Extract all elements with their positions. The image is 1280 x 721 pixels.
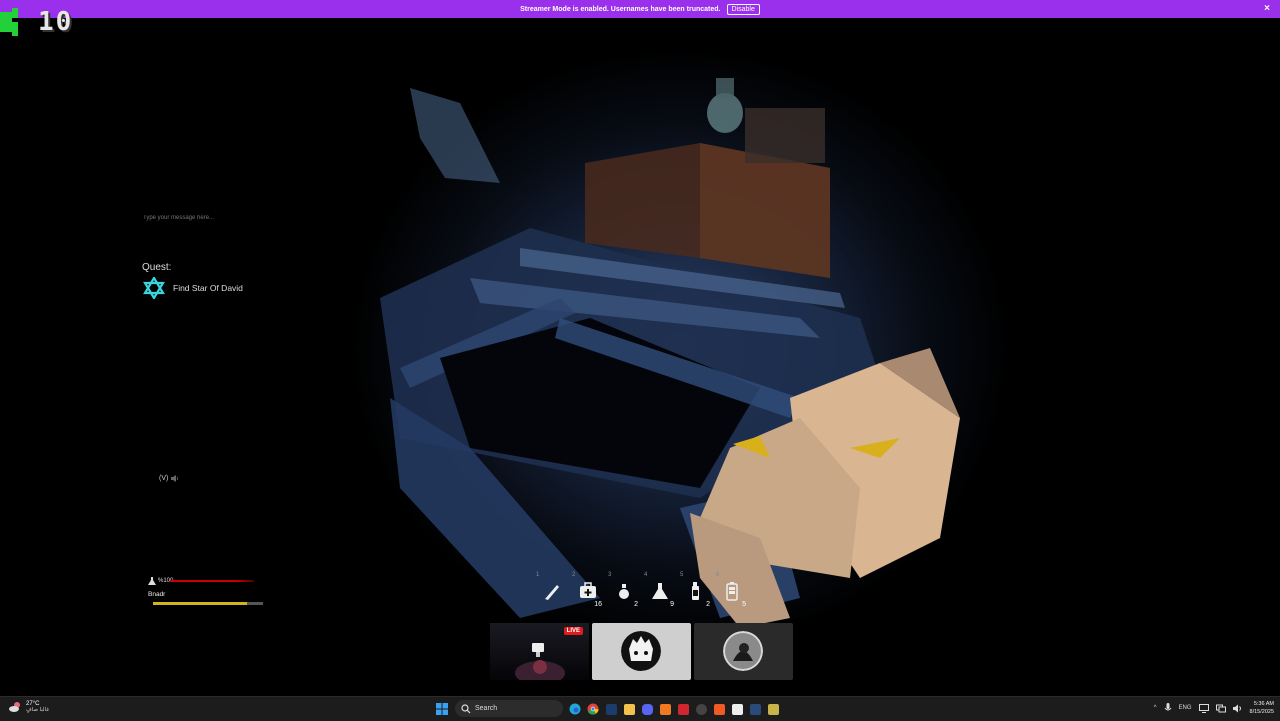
app-settings[interactable] <box>692 700 710 718</box>
hotbar-slot-5[interactable]: 5 2 <box>677 572 713 608</box>
slot-count: 9 <box>670 601 674 608</box>
hotbar-slot-1[interactable]: 1 <box>533 572 569 608</box>
banner-message: Streamer Mode is enabled. Usernames have… <box>520 5 721 13</box>
slot-count: 2 <box>634 601 638 608</box>
app-icon <box>767 703 779 715</box>
chrome-app[interactable] <box>584 700 602 718</box>
brave-app[interactable] <box>710 700 728 718</box>
slot-key: 5 <box>680 572 684 578</box>
quest-entry: Find Star Of David <box>143 277 243 299</box>
app-icon <box>677 703 689 715</box>
chrome-icon <box>587 703 599 715</box>
gear-icon <box>695 703 707 715</box>
slot-count: 16 <box>594 601 602 608</box>
counter-value: 10 <box>38 7 74 37</box>
app-icon <box>731 703 743 715</box>
close-icon[interactable]: × <box>1264 3 1270 14</box>
flask-icon <box>652 583 668 599</box>
app-red[interactable] <box>674 700 692 718</box>
avatar <box>621 631 661 671</box>
slot-count: 5 <box>742 601 746 608</box>
webcam-tile[interactable]: LIVE <box>490 623 589 680</box>
volume-icon[interactable] <box>1232 704 1243 713</box>
star-of-david-icon <box>143 277 165 299</box>
slot-key: 3 <box>608 572 612 578</box>
clock[interactable]: 5:36 AM 8/15/2025 <box>1250 700 1274 716</box>
webcam-tile[interactable] <box>694 623 793 680</box>
steam-app[interactable] <box>602 700 620 718</box>
quest-text: Find Star Of David <box>173 283 243 293</box>
voice-key-label: (V) <box>159 475 169 482</box>
slot-key: 1 <box>536 572 540 578</box>
player-name: Bnadr <box>148 591 166 598</box>
display-icon[interactable] <box>1198 703 1209 713</box>
pacman-icon <box>0 8 18 36</box>
app-icon <box>659 703 671 715</box>
speaker-icon <box>171 475 179 482</box>
health-bar <box>170 580 254 582</box>
weather-widget[interactable]: 27°C غالبا صافٍ <box>8 700 49 714</box>
disable-button[interactable]: Disable <box>726 3 760 15</box>
taskbar-apps <box>433 700 451 718</box>
medkit-icon <box>580 582 596 598</box>
clock-time: 5:36 AM <box>1253 701 1274 707</box>
taskbar: 27°C غالبا صافٍ Search ^ ENG 5:36 AM 8/1… <box>0 696 1280 721</box>
brave-icon <box>713 703 725 715</box>
webcam-tile[interactable] <box>592 623 691 680</box>
search-icon <box>461 703 471 713</box>
app-yellow[interactable] <box>764 700 782 718</box>
slot-key: 4 <box>644 572 648 578</box>
start-button[interactable] <box>433 700 451 718</box>
stamina-fill <box>153 602 247 605</box>
weather-text: غالبا صافٍ <box>26 707 50 713</box>
avatar <box>723 631 763 671</box>
hotbar-slot-4[interactable]: 4 9 <box>641 572 677 608</box>
spray-bottle-icon <box>692 582 699 600</box>
live-badge: LIVE <box>563 627 583 635</box>
pinned-apps <box>566 700 782 718</box>
streamer-mode-banner: Streamer Mode is enabled. Usernames have… <box>0 0 1280 18</box>
chat-input[interactable] <box>143 215 343 221</box>
folder-icon <box>623 703 635 715</box>
hotbar-slot-6[interactable]: 6 5 <box>713 572 749 608</box>
edge-icon <box>569 703 581 715</box>
quest-label: Quest: <box>142 262 172 273</box>
clock-date: 8/15/2025 <box>1249 709 1274 715</box>
search-label: Search <box>475 705 498 712</box>
steam-icon <box>749 703 761 715</box>
score-counter: 10 <box>0 6 73 38</box>
player-status: %100 Bnadr <box>148 577 266 605</box>
webcam-row: LIVE <box>490 623 793 680</box>
chevron-up-icon[interactable]: ^ <box>1154 705 1157 711</box>
steam-app-2[interactable] <box>746 700 764 718</box>
voice-indicator: (V) <box>159 475 179 482</box>
app-white[interactable] <box>728 700 746 718</box>
discord-icon <box>641 703 653 715</box>
discord-app[interactable] <box>638 700 656 718</box>
steam-icon <box>605 703 617 715</box>
slot-key: 6 <box>716 572 720 578</box>
hotbar: 1 2 16 3 2 4 9 5 2 6 5 <box>533 572 749 608</box>
knife-icon <box>545 585 559 600</box>
potion-icon <box>619 584 629 599</box>
edge-app[interactable] <box>566 700 584 718</box>
stamina-bar <box>153 602 263 605</box>
network-icon[interactable] <box>1215 704 1226 713</box>
windows-icon <box>436 703 448 715</box>
microphone-icon[interactable] <box>1164 703 1172 713</box>
weather-icon <box>9 702 20 712</box>
system-tray: ^ ENG 5:36 AM 8/15/2025 <box>1154 700 1274 716</box>
language-indicator[interactable]: ENG <box>1179 705 1192 711</box>
hotbar-slot-3[interactable]: 3 2 <box>605 572 641 608</box>
file-explorer-app[interactable] <box>620 700 638 718</box>
flask-icon <box>148 577 156 585</box>
app-orange[interactable] <box>656 700 674 718</box>
slot-count: 2 <box>706 601 710 608</box>
hotbar-slot-2[interactable]: 2 16 <box>569 572 605 608</box>
slot-key: 2 <box>572 572 576 578</box>
taskbar-search[interactable]: Search <box>455 700 563 717</box>
battery-icon <box>726 582 738 601</box>
